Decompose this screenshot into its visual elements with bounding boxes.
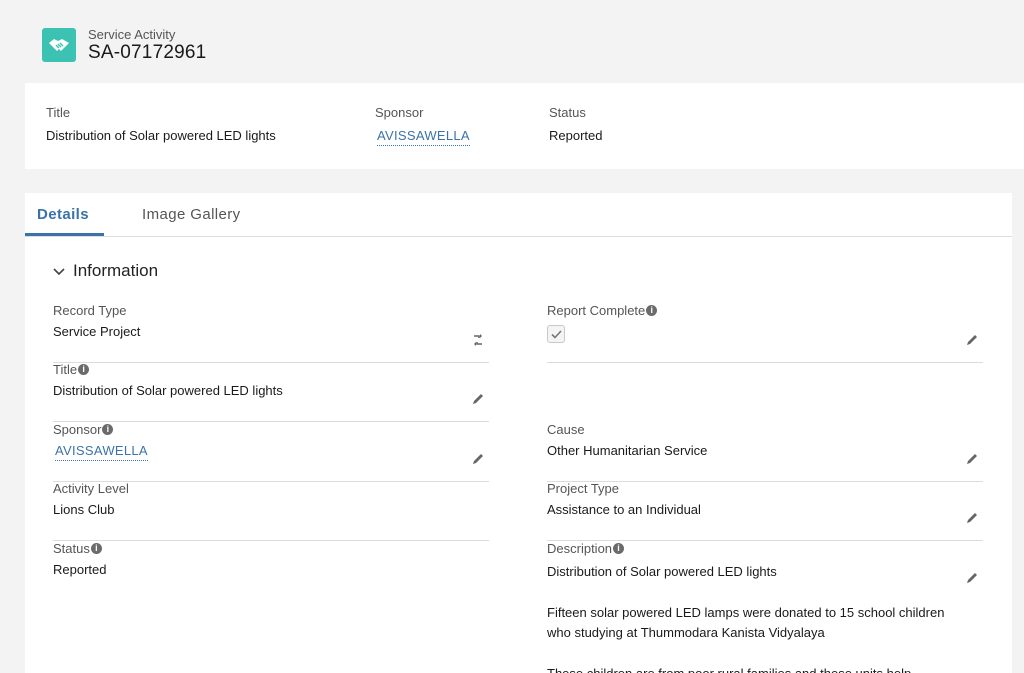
highlight-title-label: Title: [46, 105, 71, 120]
description-paragraph: Fifteen solar powered LED lamps were don…: [547, 605, 945, 640]
field-value: Assistance to an Individual: [547, 502, 701, 517]
info-icon[interactable]: i: [78, 364, 90, 375]
pencil-icon[interactable]: [471, 452, 485, 466]
change-record-type-icon[interactable]: [471, 333, 485, 347]
field-sponsor: Sponsor i AVISSAWELLA: [53, 422, 489, 482]
field-value: Service Project: [53, 324, 141, 339]
info-icon[interactable]: i: [613, 543, 625, 554]
page-title: SA-07172961: [88, 42, 207, 63]
field-title: Title i Distribution of Solar powered LED…: [53, 362, 489, 422]
highlight-title: Title Distribution of Solar powered LED …: [46, 105, 276, 143]
highlight-status: Status Reported: [549, 105, 602, 143]
field-value: Reported: [53, 562, 107, 577]
field-status: Status i Reported: [53, 541, 489, 601]
field-report-complete: Report Complete i: [547, 303, 983, 363]
field-activity-level: Activity Level Lions Club: [53, 481, 489, 541]
field-value: Lions Club: [53, 502, 115, 517]
highlight-sponsor: Sponsor AVISSAWELLA: [375, 105, 470, 146]
pencil-icon[interactable]: [471, 392, 485, 406]
highlight-title-value: Distribution of Solar powered LED lights: [46, 128, 276, 143]
description-paragraph: Distribution of Solar powered LED lights: [547, 564, 777, 579]
pencil-icon[interactable]: [965, 333, 979, 347]
tab-image-gallery[interactable]: Image Gallery: [142, 206, 241, 223]
field-label-text: Report Complete: [547, 303, 646, 318]
pencil-icon[interactable]: [965, 452, 979, 466]
field-label: Status i: [53, 541, 102, 556]
field-label: Cause: [547, 422, 585, 437]
active-tab-indicator: [25, 233, 104, 236]
field-label-text: Title: [53, 362, 78, 377]
info-icon[interactable]: i: [90, 543, 102, 554]
report-complete-checkbox[interactable]: [547, 325, 565, 343]
description-paragraph: These children are from poor rural famil…: [547, 664, 967, 673]
sponsor-link[interactable]: AVISSAWELLA: [55, 443, 148, 461]
field-value: Distribution of Solar powered LED lights: [53, 383, 283, 398]
details-card: Details Image Gallery Information Record…: [25, 193, 1012, 673]
field-label-text: Sponsor: [53, 422, 102, 437]
chevron-down-icon: [53, 264, 65, 279]
highlights-panel: Title Distribution of Solar powered LED …: [25, 83, 1024, 169]
highlight-status-value: Reported: [549, 128, 603, 143]
highlight-sponsor-link[interactable]: AVISSAWELLA: [377, 128, 470, 146]
field-label: Sponsor i: [53, 422, 114, 437]
section-information-toggle[interactable]: Information: [53, 261, 158, 281]
field-label: Title i: [53, 362, 90, 377]
object-type-label: Service Activity: [88, 27, 176, 42]
field-label: Activity Level: [53, 481, 129, 496]
field-label-text: Description: [547, 541, 613, 556]
field-project-type: Project Type Assistance to an Individual: [547, 481, 983, 541]
section-title: Information: [73, 261, 159, 280]
field-value: Other Humanitarian Service: [547, 443, 708, 458]
pencil-icon[interactable]: [965, 511, 979, 525]
field-cause: Cause Other Humanitarian Service: [547, 422, 983, 482]
tab-bar: Details Image Gallery: [25, 193, 1012, 237]
info-icon[interactable]: i: [646, 305, 658, 316]
field-label: Project Type: [547, 481, 620, 496]
field-label-text: Status: [53, 541, 90, 556]
field-label: Description i: [547, 541, 625, 556]
pencil-icon[interactable]: [965, 571, 979, 585]
page-header: Service Activity SA-07172961: [0, 0, 1024, 82]
field-record-type: Record Type Service Project: [53, 303, 489, 363]
handshake-icon: [42, 28, 76, 62]
field-label: Record Type: [53, 303, 127, 318]
tab-details[interactable]: Details: [37, 206, 89, 223]
field-description: Description i Distribution of Solar power…: [547, 541, 983, 673]
highlight-sponsor-label: Sponsor: [375, 105, 424, 120]
highlight-status-label: Status: [549, 105, 586, 120]
info-icon[interactable]: i: [102, 424, 114, 435]
field-label: Report Complete i: [547, 303, 658, 318]
description-text: Distribution of Solar powered LED lights…: [547, 562, 967, 673]
